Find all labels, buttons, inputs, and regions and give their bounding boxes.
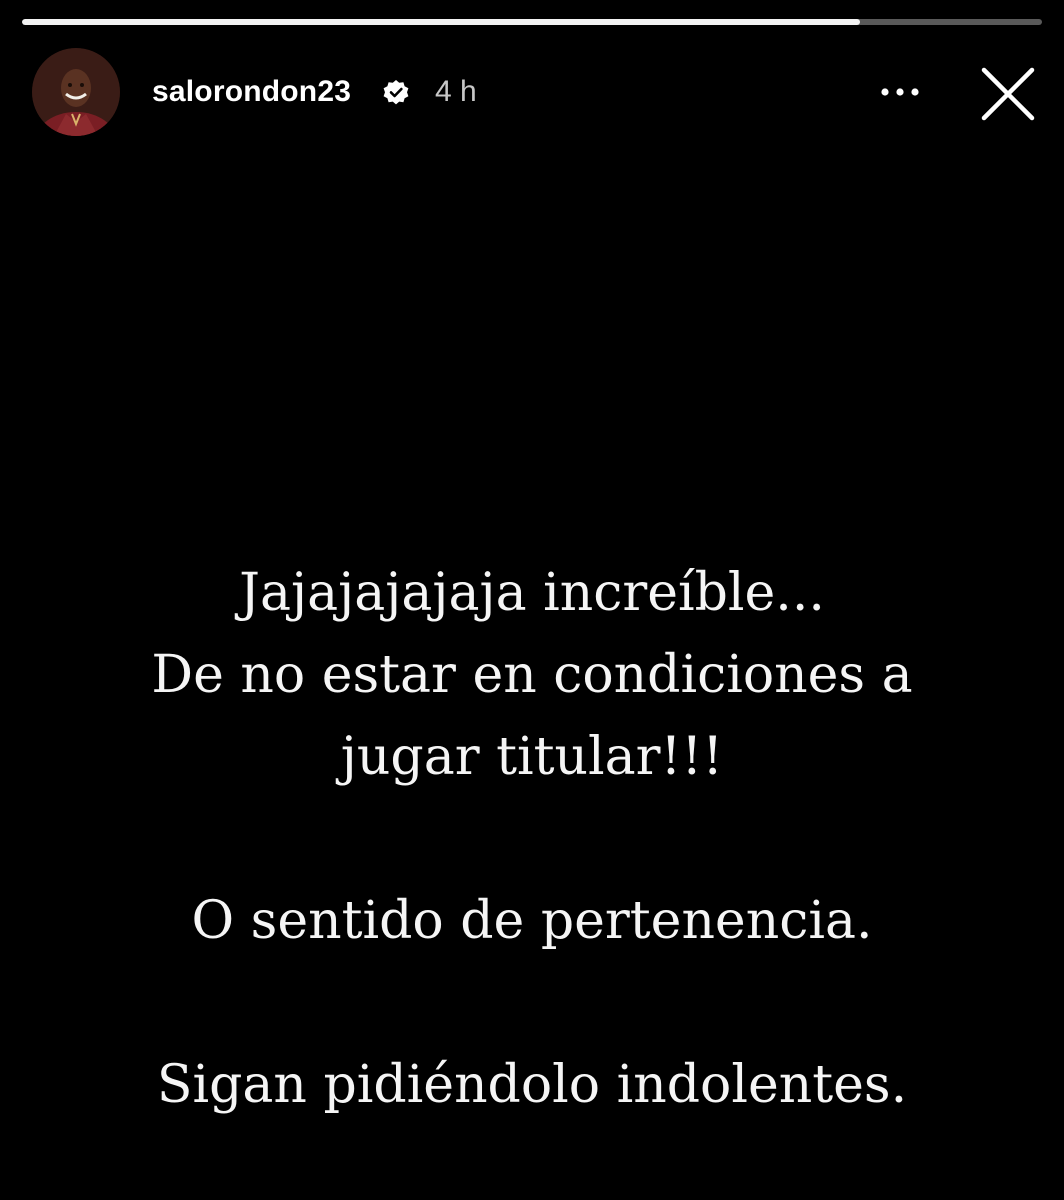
close-button[interactable]: [978, 64, 1038, 124]
username[interactable]: salorondon23: [152, 75, 351, 109]
story-text-line: jugar titular!!!: [340, 727, 724, 787]
story-header: salorondon23 4 h: [32, 48, 1042, 138]
verified-badge-icon: [382, 79, 410, 107]
avatar[interactable]: [32, 48, 120, 136]
post-time: 4 h: [435, 75, 477, 108]
story-text-spacer: [0, 962, 1064, 1044]
story-progress-bar: [22, 19, 1042, 25]
story-text-line: Sigan pidiéndolo indolentes.: [156, 1055, 908, 1115]
story-text-line: Jajajajajaja increíble...: [239, 563, 825, 623]
story-text-spacer: [0, 798, 1064, 880]
story-text-line: De no estar en condiciones a: [151, 645, 913, 705]
story-progress-fill: [22, 19, 861, 25]
story-text-line: O sentido de pertenencia.: [191, 891, 873, 951]
more-options-button[interactable]: [874, 72, 926, 112]
story-text: Jajajajajaja increíble... De no estar en …: [0, 552, 1064, 1126]
more-horizontal-icon: [881, 88, 919, 96]
close-icon: [981, 67, 1035, 121]
